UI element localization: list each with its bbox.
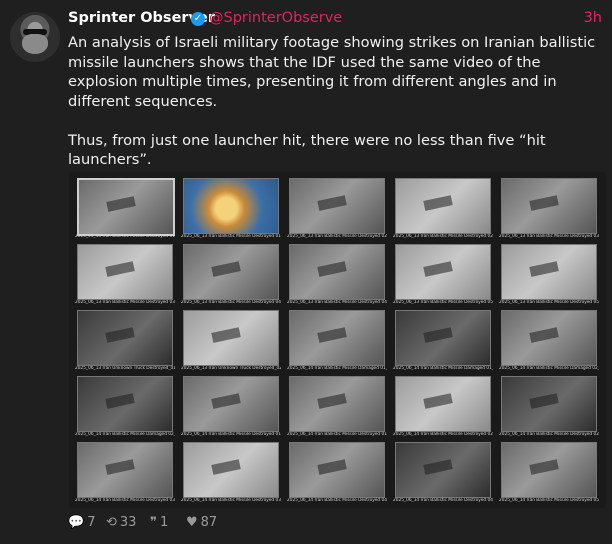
media-thumbnail[interactable]: 2025_06_13 Iran Ballistic Missile Destro… (285, 241, 387, 307)
thumbnail-caption: 2025_06_13 Iran Ballistic Missile Destro… (393, 234, 493, 239)
media-thumbnail[interactable]: 2025_06_14 Iran Ballistic Missile Damage… (391, 307, 493, 373)
media-thumbnail[interactable]: 2025_06_13 Iran Ballistic Missile Destro… (391, 175, 493, 241)
thumbnail-caption: 2025_06_13 Iran Ballistic Missile Destro… (287, 300, 387, 305)
thumbnail-image[interactable] (501, 244, 597, 300)
repost-button[interactable]: ⟲ 33 (106, 515, 136, 530)
like-count: 87 (200, 515, 218, 530)
media-thumbnail[interactable]: 2025_06_13 Iran Ballistic Missile Destro… (179, 175, 281, 241)
speech-bubble-icon: 💬 (68, 515, 85, 530)
thumbnail-image[interactable] (501, 442, 597, 498)
media-thumbnail[interactable]: 2025_06_13 Iran Ballistic Missile Destro… (497, 241, 599, 307)
thumbnail-caption: 2025_06_14 Iran Ballistic Missile Destro… (181, 432, 281, 437)
post-time[interactable]: 3h (584, 10, 602, 26)
post-paragraph-2: Thus, from just one launcher hit, there … (68, 131, 546, 169)
media-thumbnail[interactable]: 2025_06_14 Iran Ballistic Missile Destro… (391, 373, 493, 439)
like-button[interactable]: ♥ 87 (186, 515, 217, 530)
thumbnail-caption: 2025_06_14 Iran Ballistic Missile Destro… (393, 432, 493, 437)
heart-icon: ♥ (186, 515, 198, 530)
post-paragraph-1: An analysis of Israeli military footage … (68, 34, 596, 110)
thumbnail-image[interactable] (395, 244, 491, 300)
thumbnail-caption: 2025_06_13 Iran Ballistic Missile Destro… (75, 234, 175, 239)
media-thumbnail[interactable]: 2025_06_13 Iran Ballistic Missile Destro… (73, 175, 175, 241)
thumbnail-image[interactable] (289, 178, 385, 234)
repost-icon: ⟲ (106, 515, 117, 530)
thumbnail-caption: 2025_06_13 Iran Ballistic Missile Destro… (499, 234, 599, 239)
thumbnail-caption: 2025_06_14 Iran Ballistic Missile Destro… (287, 498, 387, 503)
thumbnail-caption: 2025_06_14 Iran Ballistic Missile Destro… (499, 432, 599, 437)
thumbnail-caption: 2025_06_14 Iran Ballistic Missile Damage… (393, 366, 493, 371)
reply-count: 7 (87, 515, 96, 530)
thumbnail-caption: 2025_06_14 Iran Ballistic Missile Damage… (287, 366, 387, 371)
media-thumbnail[interactable]: 2025_06_13 Iran Unknown Truck Destroyed_… (179, 307, 281, 373)
media-thumbnail[interactable]: 2025_06_13 Iran Ballistic Missile Destro… (285, 175, 387, 241)
thumbnail-image[interactable] (183, 310, 279, 366)
quote-count: 1 (160, 515, 169, 530)
thumbnail-image[interactable] (77, 310, 173, 366)
thumbnail-image[interactable] (395, 310, 491, 366)
thumbnail-caption: 2025_06_14 Iran Ballistic Missile Destro… (499, 498, 599, 503)
media-thumbnail[interactable]: 2025_06_13 Iran Ballistic Missile Destro… (497, 175, 599, 241)
thumbnail-image[interactable] (501, 178, 597, 234)
media-thumbnail[interactable]: 2025_06_14 Iran Ballistic Missile Destro… (497, 373, 599, 439)
quote-button[interactable]: ❞ 1 (150, 515, 168, 530)
thumbnail-image[interactable] (395, 376, 491, 432)
thumbnail-caption: 2025_06_14 Iran Ballistic Missile Destro… (287, 432, 387, 437)
thumbnail-image[interactable] (183, 178, 279, 234)
thumbnail-image[interactable] (289, 310, 385, 366)
media-thumbnail[interactable]: 2025_06_14 Iran Ballistic Missile Destro… (285, 439, 387, 505)
thumbnail-image[interactable] (183, 376, 279, 432)
avatar[interactable] (10, 12, 60, 62)
thumbnail-image[interactable] (395, 178, 491, 234)
avatar-beard (22, 34, 48, 54)
thumbnail-image[interactable] (77, 376, 173, 432)
thumbnail-caption: 2025_06_13 Iran Unknown Truck Destroyed_… (75, 366, 175, 371)
thumbnail-image[interactable] (77, 244, 173, 300)
media-thumbnail[interactable]: 2025_06_14 Iran Ballistic Missile Destro… (391, 439, 493, 505)
media-thumbnail[interactable]: 2025_06_14 Iran Ballistic Missile Damage… (73, 373, 175, 439)
media-thumbnail[interactable]: 2025_06_14 Iran Ballistic Missile Destro… (497, 439, 599, 505)
verified-check-icon: ✓ (191, 12, 205, 26)
thumbnail-caption: 2025_06_13 Iran Ballistic Missile Destro… (181, 300, 281, 305)
post-header: Sprinter Observer ✓ @SprinterObserve 3h (68, 8, 602, 30)
author-handle[interactable]: @SprinterObserve (209, 10, 342, 26)
media-thumbnail[interactable]: 2025_06_13 Iran Ballistic Missile Destro… (391, 241, 493, 307)
thumbnail-caption: 2025_06_13 Iran Unknown Truck Destroyed_… (181, 366, 281, 371)
reply-button[interactable]: 💬 7 (68, 515, 95, 530)
media-thumbnail[interactable]: 2025_06_14 Iran Ballistic Missile Destro… (179, 439, 281, 505)
post-media[interactable]: 2025_06_13 Iran Ballistic Missile Destro… (69, 172, 606, 508)
thumbnail-image[interactable] (501, 310, 597, 366)
thumbnail-caption: 2025_06_14 Iran Ballistic Missile Destro… (393, 498, 493, 503)
thumbnail-caption: 2025_06_13 Iran Ballistic Missile Destro… (393, 300, 493, 305)
thumbnail-image[interactable] (501, 376, 597, 432)
repost-count: 33 (119, 515, 137, 530)
thumbnail-caption: 2025_06_13 Iran Ballistic Missile Destro… (181, 234, 281, 239)
thumbnail-caption: 2025_06_13 Iran Ballistic Missile Destro… (287, 234, 387, 239)
thumbnail-caption: 2025_06_14 Iran Ballistic Missile Destro… (75, 498, 175, 503)
post-text: An analysis of Israeli military footage … (68, 33, 598, 170)
media-thumbnail-grid: 2025_06_13 Iran Ballistic Missile Destro… (73, 175, 599, 505)
media-thumbnail[interactable]: 2025_06_13 Iran Ballistic Missile Destro… (179, 241, 281, 307)
media-thumbnail[interactable]: 2025_06_13 Iran Unknown Truck Destroyed_… (73, 307, 175, 373)
thumbnail-image[interactable] (289, 376, 385, 432)
media-thumbnail[interactable]: 2025_06_14 Iran Ballistic Missile Destro… (179, 373, 281, 439)
media-thumbnail[interactable]: 2025_06_14 Iran Ballistic Missile Damage… (497, 307, 599, 373)
thumbnail-image[interactable] (289, 244, 385, 300)
thumbnail-image[interactable] (289, 442, 385, 498)
thumbnail-caption: 2025_06_13 Iran Ballistic Missile Destro… (75, 300, 175, 305)
media-thumbnail[interactable]: 2025_06_14 Iran Ballistic Missile Destro… (285, 373, 387, 439)
media-thumbnail[interactable]: 2025_06_13 Iran Ballistic Missile Destro… (73, 241, 175, 307)
quote-icon: ❞ (150, 515, 157, 530)
media-thumbnail[interactable]: 2025_06_14 Iran Ballistic Missile Damage… (285, 307, 387, 373)
thumbnail-image[interactable] (77, 442, 173, 498)
thumbnail-image[interactable] (183, 442, 279, 498)
thumbnail-caption: 2025_06_13 Iran Ballistic Missile Destro… (499, 300, 599, 305)
thumbnail-caption: 2025_06_14 Iran Ballistic Missile Damage… (499, 366, 599, 371)
thumbnail-image[interactable] (77, 178, 175, 236)
media-thumbnail[interactable]: 2025_06_14 Iran Ballistic Missile Destro… (73, 439, 175, 505)
thumbnail-caption: 2025_06_14 Iran Ballistic Missile Destro… (181, 498, 281, 503)
thumbnail-image[interactable] (395, 442, 491, 498)
thumbnail-caption: 2025_06_14 Iran Ballistic Missile Damage… (75, 432, 175, 437)
thumbnail-image[interactable] (183, 244, 279, 300)
